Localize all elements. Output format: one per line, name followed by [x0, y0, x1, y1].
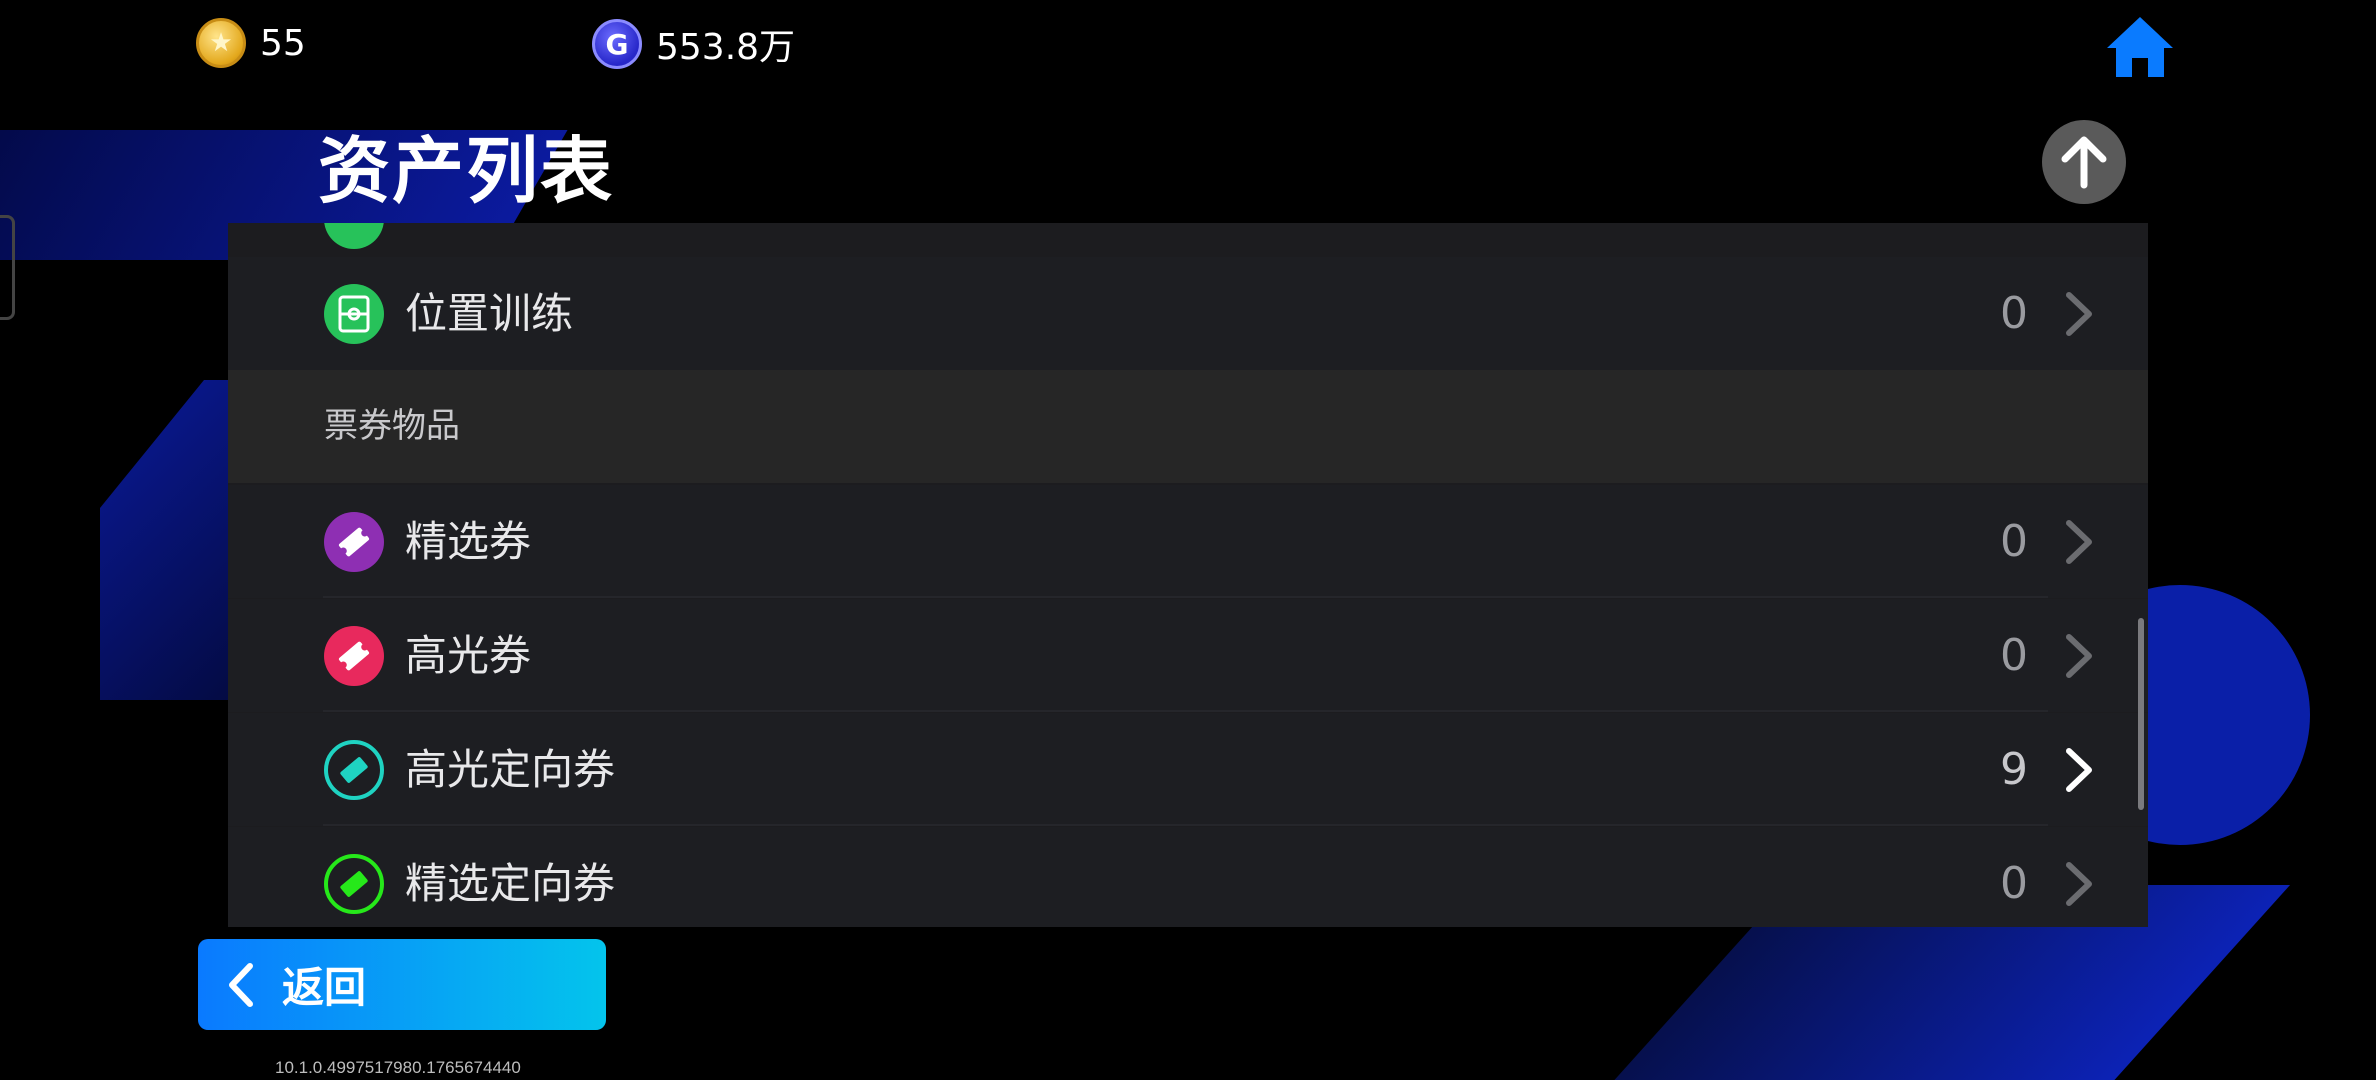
- ticket-target-cyan-icon: [324, 740, 384, 800]
- side-panel-edge: [0, 215, 15, 320]
- home-icon: [2107, 17, 2173, 77]
- coin-value: 55: [260, 22, 306, 64]
- home-button[interactable]: [2104, 14, 2176, 80]
- list-item-count: 0: [2000, 516, 2028, 567]
- list-item-highlight-ticket[interactable]: 高光券 0: [228, 599, 2148, 712]
- row-divider: [323, 824, 2048, 826]
- list-item-highlight-target-ticket[interactable]: 高光定向券 9: [228, 713, 2148, 826]
- list-item-label: 高光定向券: [405, 745, 616, 794]
- chevron-right-icon: [2066, 292, 2092, 336]
- list-item-label: 高光券: [405, 631, 532, 680]
- list-item-label: 精选券: [405, 517, 532, 566]
- back-button-label: 返回: [282, 963, 367, 1012]
- list-item-label: 精选定向券: [405, 859, 616, 908]
- section-label: 票券物品: [324, 406, 460, 446]
- list-item-count: 0: [2000, 630, 2028, 681]
- star-coin-icon: ★: [196, 18, 246, 68]
- ticket-red-icon: [324, 626, 384, 686]
- ticket-purple-icon: [324, 512, 384, 572]
- row-divider: [323, 596, 2048, 598]
- asset-list-panel[interactable]: 位置训练 0 票券物品 精选券 0 高光券 0 高光定向券 9 精选定向券 0: [228, 223, 2148, 927]
- list-item-select-ticket[interactable]: 精选券 0: [228, 485, 2148, 598]
- page-title: 资产列表: [318, 129, 615, 213]
- scrollbar[interactable]: [2138, 618, 2144, 810]
- coin-balance: ★ 55: [196, 18, 306, 68]
- back-button[interactable]: 返回: [198, 939, 606, 1030]
- partial-row-icon: [324, 223, 384, 249]
- version-string: 10.1.0.4997517980.1765674440: [275, 1058, 521, 1077]
- g-coin-icon: G: [592, 19, 642, 69]
- list-item-count: 9: [2000, 744, 2028, 795]
- list-item-select-target-ticket[interactable]: 精选定向券 0: [228, 827, 2148, 927]
- chevron-right-icon: [2066, 862, 2092, 906]
- list-item-count: 0: [2000, 288, 2028, 339]
- arrow-up-icon: [2061, 136, 2107, 189]
- chevron-right-icon: [2066, 748, 2092, 792]
- chevron-left-icon: [229, 962, 253, 1007]
- list-item-label: 位置训练: [405, 289, 574, 338]
- list-item-count: 0: [2000, 858, 2028, 909]
- section-header: 票券物品: [228, 370, 2148, 483]
- g-value: 553.8万: [656, 27, 796, 68]
- ticket-target-green-icon: [324, 854, 384, 914]
- g-balance: G 553.8万: [592, 18, 795, 70]
- list-item-position-training[interactable]: 位置训练 0: [228, 257, 2148, 370]
- pitch-icon: [324, 284, 384, 344]
- chevron-right-icon: [2066, 634, 2092, 678]
- row-divider: [323, 710, 2048, 712]
- chevron-right-icon: [2066, 520, 2092, 564]
- scroll-to-top-button[interactable]: [2042, 120, 2126, 204]
